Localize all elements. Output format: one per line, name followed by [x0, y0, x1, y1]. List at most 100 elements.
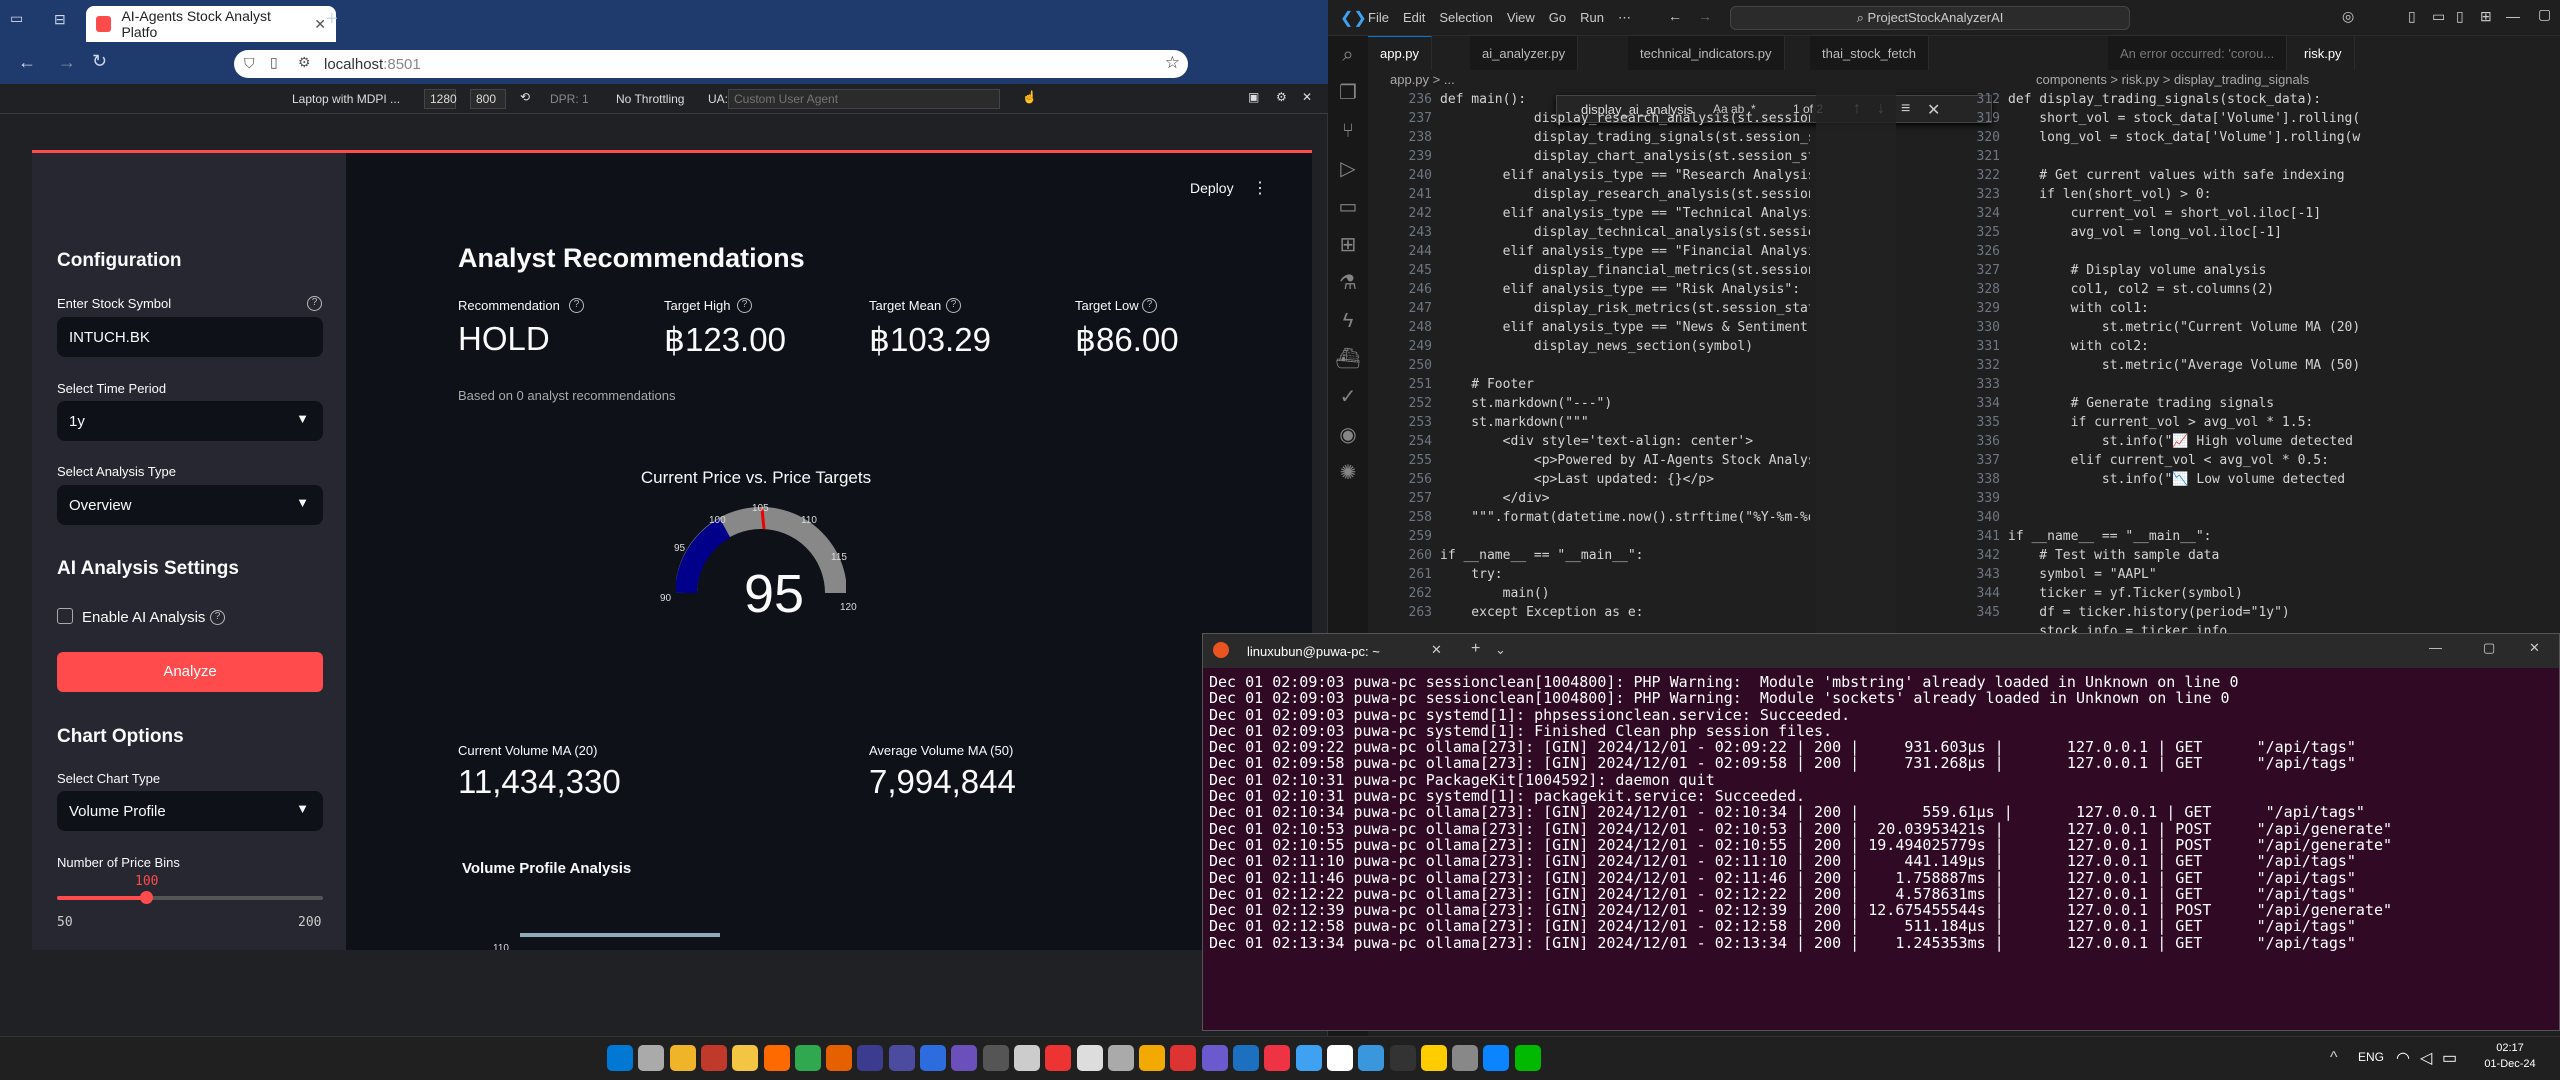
device-select[interactable]: Laptop with MDPI ...	[292, 92, 400, 106]
rotate-icon[interactable]: ⟲	[520, 90, 530, 104]
menu-go[interactable]: Go	[1549, 10, 1566, 26]
clock-date[interactable]: 01-Dec-24	[2468, 1058, 2552, 1070]
screenshot-icon[interactable]: ▣	[1248, 90, 1259, 104]
taskbar-app-icon[interactable]	[951, 1045, 978, 1071]
dpr-select[interactable]: DPR: 1	[550, 92, 589, 106]
main-menu-icon[interactable]: ⋮	[1252, 178, 1268, 198]
tab-groups-icon[interactable]: ⊟	[54, 11, 66, 28]
taskbar-app-icon[interactable]	[1170, 1045, 1197, 1071]
check-icon[interactable]: ✓	[1328, 378, 1368, 416]
window-menu-icon[interactable]: ▭	[10, 10, 23, 27]
terminal-tab-title[interactable]: linuxubun@puwa-pc: ~	[1247, 644, 1380, 659]
menu-run[interactable]: Run	[1580, 10, 1604, 26]
throttle-select[interactable]: No Throttling	[616, 92, 684, 106]
clock-time[interactable]: 02:17	[2480, 1042, 2540, 1054]
taskbar-app-icon[interactable]	[982, 1045, 1009, 1071]
taskbar-app-icon[interactable]	[1514, 1045, 1541, 1071]
taskbar-app-icon[interactable]	[1233, 1045, 1259, 1071]
search-icon[interactable]: ⌕	[1328, 36, 1368, 74]
taskbar-app-icon[interactable]	[1139, 1045, 1166, 1071]
settings-gear-icon[interactable]: ⚙	[1276, 90, 1287, 104]
help-icon[interactable]: ?	[210, 610, 225, 625]
taskbar-app-icon[interactable]	[1107, 1045, 1134, 1071]
wifi-icon[interactable]: ◠	[2396, 1048, 2410, 1068]
left-minimap[interactable]	[1816, 90, 1896, 638]
layout-sidebar-icon[interactable]: ▯	[2408, 8, 2416, 25]
period-select[interactable]: 1y ▼	[57, 401, 323, 441]
back-icon[interactable]: ←	[18, 52, 36, 73]
deploy-button[interactable]: Deploy	[1190, 180, 1234, 196]
help-icon[interactable]: ?	[737, 298, 752, 313]
menu-file[interactable]: File	[1368, 10, 1389, 26]
taskbar-app-icon[interactable]	[1076, 1045, 1103, 1071]
bins-slider-track[interactable]	[57, 896, 323, 900]
ai-checkbox[interactable]	[57, 608, 73, 624]
copilot-icon[interactable]: ◎	[2342, 8, 2354, 25]
close-window-icon[interactable]: ✕	[2529, 640, 2540, 656]
site-info-icon[interactable]: ⛉	[244, 55, 255, 72]
menu-more-icon[interactable]: ⋯	[1618, 10, 1631, 26]
tab-thai-stock[interactable]: thai_stock_fetch	[1810, 36, 1929, 70]
menu-edit[interactable]: Edit	[1403, 10, 1425, 26]
browser-tab-active[interactable]: AI-Agents Stock Analyst Platfo ✕	[86, 6, 336, 42]
help-icon[interactable]: ?	[946, 298, 961, 313]
taskbar-app-icon[interactable]	[857, 1045, 884, 1071]
taskbar-app-icon[interactable]	[1326, 1045, 1353, 1071]
touch-icon[interactable]: ☝	[1022, 90, 1037, 104]
extensions-icon[interactable]: ⊞	[1328, 226, 1368, 264]
device-width-input[interactable]: 1280	[424, 89, 457, 109]
find-selection-icon[interactable]: ≡	[1901, 100, 1910, 118]
reload-icon[interactable]: ↻	[92, 51, 107, 72]
chart-type-select[interactable]: Volume Profile ▼	[57, 791, 323, 831]
tab-app-py[interactable]: app.py	[1368, 36, 1433, 70]
run-debug-icon[interactable]: ▷	[1328, 150, 1368, 188]
layout-secondary-icon[interactable]: ▯	[2456, 8, 2464, 25]
right-editor[interactable]: def display_trading_signals(stock_data):…	[2008, 90, 2428, 638]
edge-icon[interactable]: ◉	[1328, 416, 1368, 454]
battery-icon[interactable]: ▭	[2442, 1048, 2457, 1068]
left-editor[interactable]: def main(): display_research_analysis(st…	[1440, 90, 1810, 638]
user-agent-input[interactable]	[728, 89, 1000, 109]
taskbar-app-icon[interactable]	[1483, 1045, 1510, 1071]
remote-explorer-icon[interactable]: ▭	[1328, 188, 1368, 226]
layout-panel-icon[interactable]: ▭	[2432, 8, 2445, 25]
taskbar-app-icon[interactable]	[1264, 1045, 1291, 1071]
maximize-icon[interactable]: ▢	[2538, 6, 2551, 23]
taskbar-app-icon[interactable]	[638, 1045, 665, 1071]
address-bar[interactable]: ⛉ ▯ ⚙ localhost:8501 ☆	[234, 50, 1188, 78]
taskbar-app-icon[interactable]	[1420, 1045, 1447, 1071]
chevron-down-icon[interactable]: ⌄	[1495, 642, 1506, 658]
device-height-input[interactable]: 800	[470, 89, 506, 109]
explorer-icon[interactable]: ❐	[1328, 74, 1368, 112]
analysis-type-select[interactable]: Overview ▼	[57, 485, 323, 525]
find-close-icon[interactable]: ✕	[1927, 100, 1940, 120]
minimize-icon[interactable]: —	[2429, 640, 2442, 655]
taskbar-app-icon[interactable]	[888, 1045, 915, 1071]
taskbar-app-icon[interactable]	[826, 1045, 853, 1071]
taskbar-app-icon[interactable]	[920, 1045, 946, 1071]
taskbar-app-icon[interactable]	[1201, 1045, 1228, 1071]
taskbar-app-icon[interactable]	[732, 1045, 759, 1071]
forward-icon[interactable]: →	[1698, 8, 1712, 24]
minimize-icon[interactable]: —	[2506, 8, 2520, 24]
tray-chevron-icon[interactable]: ^	[2330, 1049, 2338, 1067]
maximize-icon[interactable]: ▢	[2483, 640, 2495, 656]
help-icon[interactable]: ?	[569, 298, 584, 313]
tab-technical-indicators[interactable]: technical_indicators.py	[1628, 36, 1785, 70]
taskbar-app-icon[interactable]	[1013, 1045, 1040, 1071]
analyze-button[interactable]: Analyze	[57, 652, 323, 692]
thunder-icon[interactable]: ϟ	[1328, 302, 1368, 340]
help-icon[interactable]: ?	[307, 296, 322, 311]
volume-icon[interactable]: ◁	[2420, 1048, 2432, 1068]
tab-error[interactable]: An error occurred: 'corou...	[2108, 36, 2288, 70]
testing-icon[interactable]: ⚗	[1328, 264, 1368, 302]
help-icon[interactable]: ?	[1142, 298, 1157, 313]
close-tab-icon[interactable]: ✕	[314, 16, 326, 33]
taskbar-app-icon[interactable]	[1358, 1045, 1385, 1071]
taskbar-app-icon[interactable]	[1389, 1045, 1416, 1071]
taskbar-app-icon[interactable]	[1295, 1045, 1322, 1071]
close-tab-icon[interactable]: ✕	[1431, 642, 1442, 658]
tune-icon[interactable]: ⚙	[298, 54, 311, 71]
taskbar-app-icon[interactable]	[763, 1045, 790, 1071]
taskbar-app-icon[interactable]	[1452, 1045, 1479, 1071]
